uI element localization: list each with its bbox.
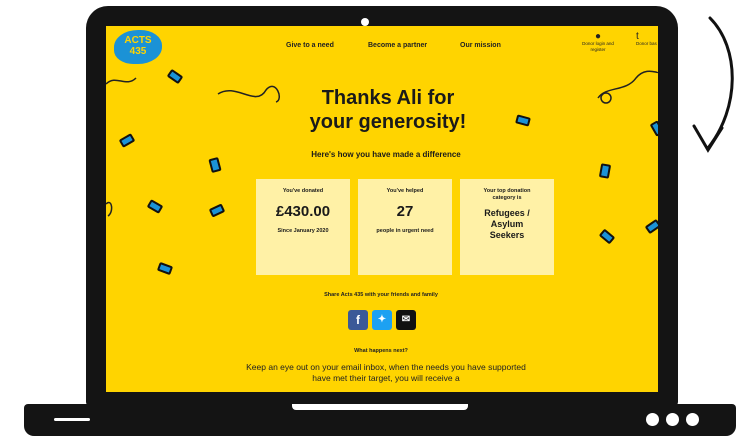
- card-label: You've helped: [386, 188, 424, 194]
- base-decoration: [54, 418, 90, 421]
- title-line-1: Thanks Ali for: [321, 87, 455, 109]
- dot-icon: [646, 413, 659, 426]
- page-subtitle: Here's how you have made a difference: [311, 150, 461, 159]
- twitter-icon[interactable]: ✦: [372, 310, 392, 330]
- card-label: Your top donation category is: [483, 188, 531, 201]
- dot-icon: [686, 413, 699, 426]
- camera-icon: [361, 18, 369, 26]
- acts435-logo[interactable]: ACTS 435: [114, 30, 162, 64]
- page-title: Thanks Ali for your generosity!: [258, 86, 518, 134]
- what-next-heading: What happens next?: [354, 348, 408, 354]
- basket-icon: t: [636, 31, 639, 42]
- title-line-2: your generosity!: [309, 111, 467, 133]
- logo-line-2: 435: [129, 46, 147, 57]
- card-footer: Since January 2020: [277, 228, 329, 234]
- card-value: £430.00: [275, 203, 331, 220]
- nav-give[interactable]: Give to a need: [286, 42, 334, 49]
- share-text: Share Acts 435 with your friends and fam…: [324, 292, 438, 298]
- category-card: Your top donation category is Refugees /…: [460, 179, 554, 275]
- donor-login-button[interactable]: ● Donor login and register: [582, 31, 614, 53]
- dot-icon: [666, 413, 679, 426]
- donated-card: You've donated £430.00 Since January 202…: [256, 179, 350, 275]
- logo-line-1: ACTS: [124, 35, 152, 46]
- what-next-body: Keep an eye out on your email inbox, whe…: [246, 362, 526, 383]
- curved-arrow-icon: [692, 16, 734, 153]
- card-value: Refugees / Asylum Seekers: [484, 208, 530, 240]
- nav-partner[interactable]: Become a partner: [368, 42, 427, 49]
- user-icon: ●: [594, 31, 602, 42]
- facebook-icon[interactable]: f: [348, 310, 368, 330]
- donor-login-label: Donor login and register: [582, 41, 614, 52]
- email-icon[interactable]: ✉: [396, 310, 416, 330]
- donor-basket-button[interactable]: t Donor bas: [636, 31, 658, 47]
- nav-mission[interactable]: Our mission: [460, 42, 501, 49]
- card-value: 27: [396, 203, 414, 220]
- helped-card: You've helped 27 people in urgent need: [358, 179, 452, 275]
- laptop-base: [24, 404, 736, 436]
- card-footer: people in urgent need: [376, 228, 434, 234]
- website-screen: ACTS 435 Give to a need Become a partner…: [106, 26, 658, 392]
- card-label: You've donated: [282, 188, 324, 194]
- trackpad-notch: [292, 404, 468, 410]
- donor-basket-label: Donor bas: [636, 41, 657, 46]
